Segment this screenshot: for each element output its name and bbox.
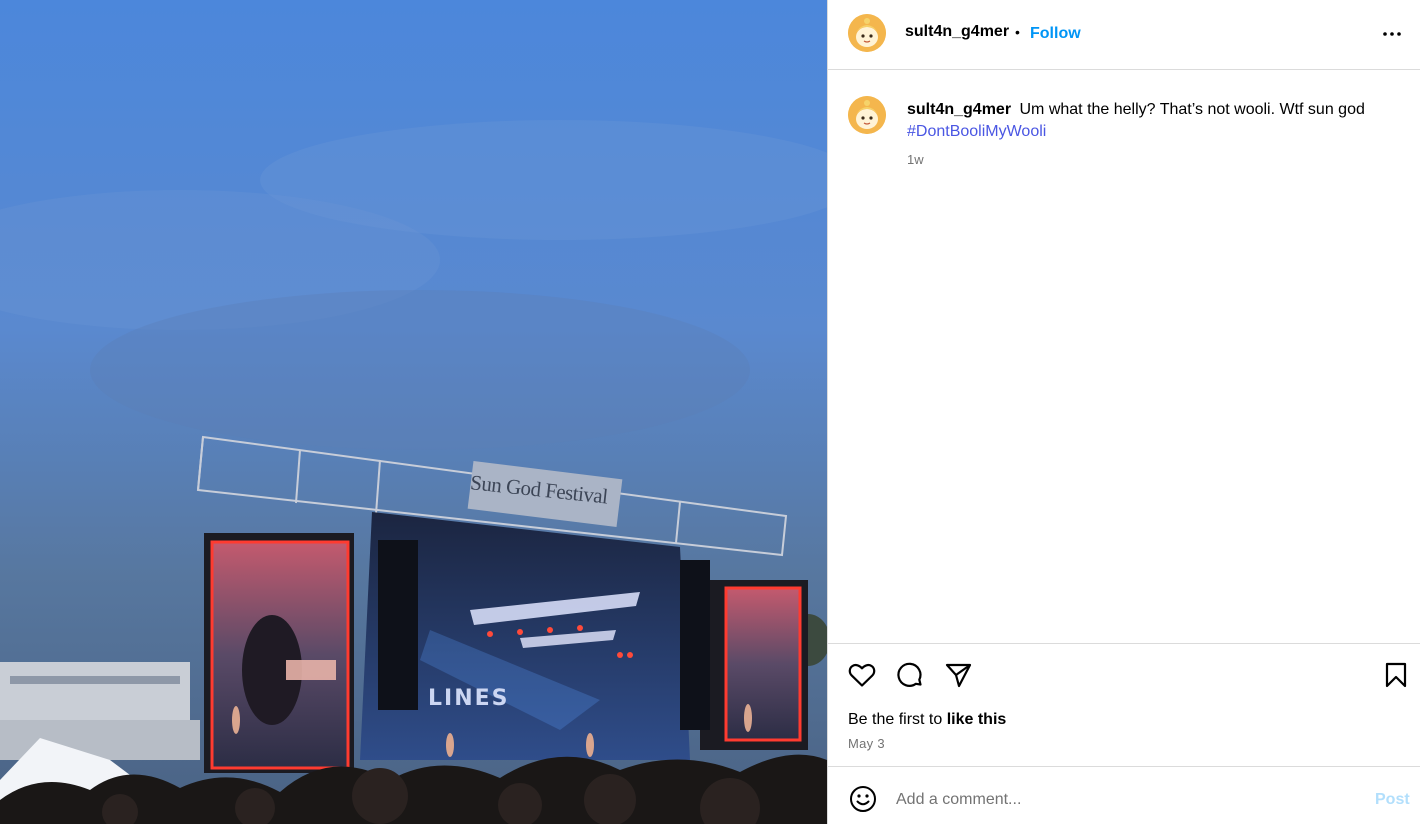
- post-header: sult4n_g4mer • Follow: [828, 0, 1420, 70]
- avatar-character-icon: [848, 96, 886, 134]
- comment-icon[interactable]: [895, 660, 925, 690]
- likes-prefix: Be the first to: [848, 711, 943, 728]
- post-side-panel: sult4n_g4mer • Follow sult4n_g4mer Um wh…: [827, 0, 1420, 824]
- avatar[interactable]: [848, 14, 886, 52]
- post-photo[interactable]: Sun God Festival LINES: [0, 0, 827, 824]
- comment-bar: Post: [828, 768, 1420, 824]
- post-comment-button[interactable]: Post: [1375, 791, 1410, 809]
- emoji-icon[interactable]: [848, 784, 878, 814]
- caption-avatar[interactable]: [848, 96, 886, 134]
- follow-button[interactable]: Follow: [1030, 25, 1081, 43]
- bookmark-icon[interactable]: [1381, 660, 1411, 690]
- caption-username[interactable]: sult4n_g4mer: [907, 101, 1011, 118]
- heart-icon[interactable]: [847, 660, 877, 690]
- caption-text: Um what the helly? That’s not wooli. Wtf…: [1019, 101, 1365, 118]
- comment-input[interactable]: [896, 786, 1346, 814]
- festival-stage-image: [0, 0, 827, 824]
- separator-dot: •: [1015, 24, 1020, 40]
- share-icon[interactable]: [943, 660, 973, 690]
- likes-summary: Be the first to like this: [848, 711, 1006, 729]
- like-this-link[interactable]: like this: [947, 711, 1007, 728]
- avatar-character-icon: [848, 14, 886, 52]
- post-date[interactable]: May 3: [848, 736, 885, 751]
- post-actions: Be the first to like this May 3: [828, 643, 1420, 767]
- caption-hashtag[interactable]: #DontBooliMyWooli: [907, 123, 1046, 140]
- more-options-icon[interactable]: [1380, 22, 1404, 46]
- stage-screen-text: LINES: [428, 686, 510, 711]
- caption-text-block: sult4n_g4mer Um what the helly? That’s n…: [907, 99, 1407, 143]
- header-username[interactable]: sult4n_g4mer: [905, 23, 1009, 41]
- caption-time-ago[interactable]: 1w: [907, 152, 924, 167]
